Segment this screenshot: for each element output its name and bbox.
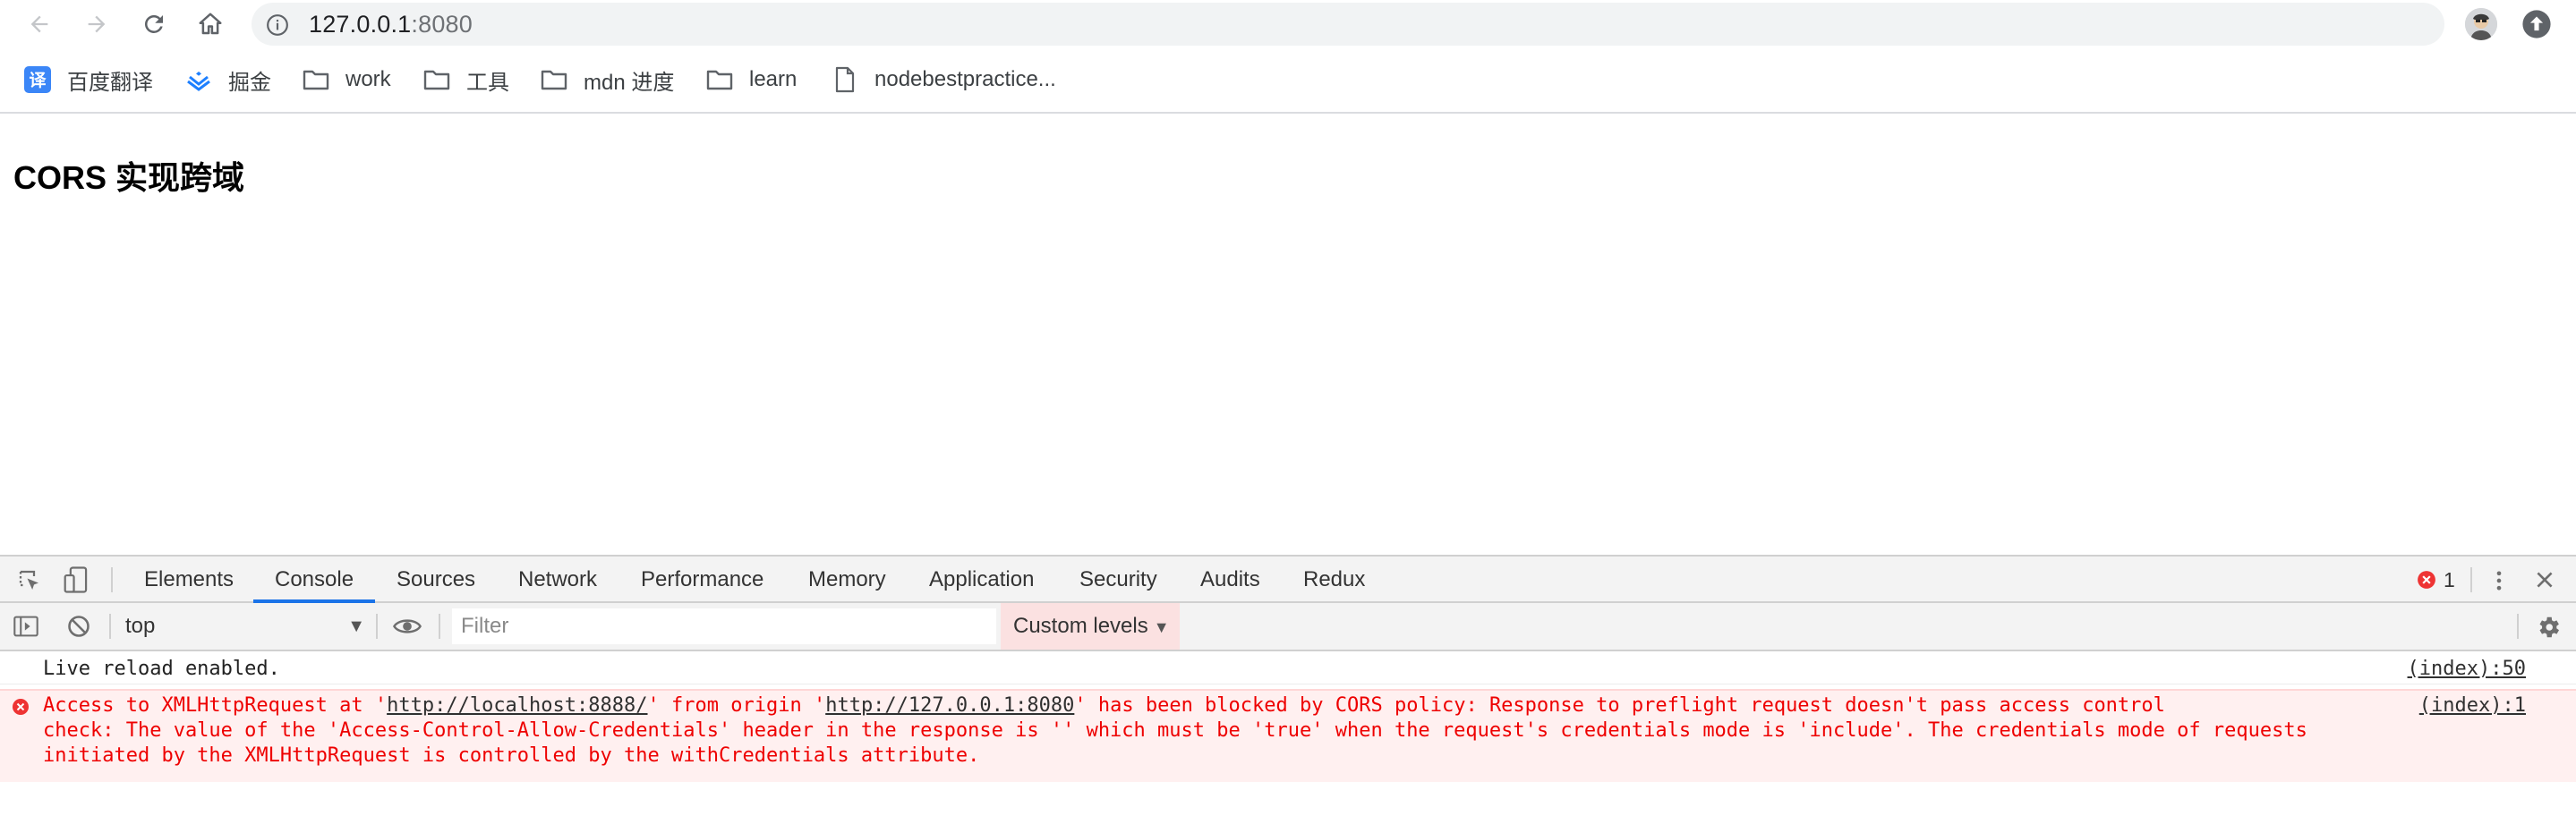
profile-avatar-icon bbox=[2465, 8, 2497, 40]
tab-console[interactable]: Console bbox=[252, 557, 376, 603]
home-icon bbox=[199, 13, 222, 35]
log-levels-dropdown[interactable]: Custom levels ▼ bbox=[1001, 603, 1180, 650]
tab-security[interactable]: Security bbox=[1079, 557, 1157, 603]
bookmark-label: 百度翻译 bbox=[67, 70, 153, 95]
toolbar-separator bbox=[111, 567, 113, 592]
error-url-localhost[interactable]: http://localhost:8888/ bbox=[387, 694, 647, 717]
devtools-panel: Elements Console Sources Network Perform… bbox=[0, 555, 2576, 782]
toolbar-separator bbox=[109, 614, 111, 639]
eye-icon[interactable] bbox=[392, 614, 422, 639]
bookmark-label: mdn 进度 bbox=[584, 70, 675, 95]
bookmark-folder-tools[interactable]: 工具 bbox=[423, 59, 509, 100]
caret-down-icon: ▼ bbox=[347, 616, 365, 636]
levels-label: Custom levels bbox=[1013, 614, 1148, 638]
error-url-origin[interactable]: http://127.0.0.1:8080 bbox=[825, 694, 1074, 717]
home-button[interactable] bbox=[194, 8, 226, 40]
back-button[interactable] bbox=[23, 8, 55, 40]
tab-network[interactable]: Network bbox=[518, 557, 597, 603]
error-text-line2: check: The value of the 'Access-Control-… bbox=[43, 719, 2307, 742]
avatar[interactable] bbox=[2465, 8, 2497, 40]
bookmark-label: nodebestpractice... bbox=[874, 67, 1056, 91]
context-value: top bbox=[125, 614, 156, 638]
url-host: 127.0.0.1 bbox=[309, 11, 412, 38]
tab-redux[interactable]: Redux bbox=[1303, 557, 1365, 603]
close-icon[interactable] bbox=[2533, 568, 2556, 591]
folder-icon bbox=[706, 66, 733, 93]
console-output: Live reload enabled. (index):50 Access t… bbox=[0, 651, 2576, 782]
juejin-icon bbox=[185, 66, 212, 93]
bookmark-label: work bbox=[345, 67, 391, 91]
devtools-tab-bar: Elements Console Sources Network Perform… bbox=[0, 555, 2576, 603]
bookmark-juejin[interactable]: 掘金 bbox=[185, 59, 271, 100]
browser-toolbar: 127.0.0.1:8080 bbox=[0, 0, 2576, 48]
inspect-element-icon[interactable] bbox=[16, 567, 43, 594]
reload-button[interactable] bbox=[138, 8, 170, 40]
tab-sources[interactable]: Sources bbox=[397, 557, 475, 603]
tab-audits[interactable]: Audits bbox=[1200, 557, 1260, 603]
bookmark-folder-mdn[interactable]: mdn 进度 bbox=[541, 59, 674, 100]
folder-icon bbox=[423, 66, 450, 93]
error-text: Access to XMLHttpRequest at 'http://loca… bbox=[43, 693, 2307, 769]
toolbar-separator bbox=[2470, 567, 2472, 592]
folder-icon bbox=[303, 66, 329, 93]
more-options-icon[interactable] bbox=[2486, 567, 2512, 594]
address-bar[interactable]: 127.0.0.1:8080 bbox=[252, 3, 2444, 46]
svg-text:译: 译 bbox=[29, 71, 47, 90]
bookmark-folder-learn[interactable]: learn bbox=[706, 59, 797, 100]
log-text: Live reload enabled. bbox=[43, 658, 280, 680]
arrow-up-circle-icon[interactable] bbox=[2521, 9, 2552, 39]
error-source-link[interactable]: (index):1 bbox=[2419, 693, 2526, 718]
tab-performance[interactable]: Performance bbox=[641, 557, 763, 603]
url-port: :8080 bbox=[411, 11, 473, 38]
toolbar-separator bbox=[2517, 614, 2519, 639]
page-title: CORS 实现跨域 bbox=[13, 159, 245, 196]
toolbar-separator bbox=[376, 614, 378, 639]
console-message-error: Access to XMLHttpRequest at 'http://loca… bbox=[0, 689, 2576, 782]
log-source-link[interactable]: (index):50 bbox=[2408, 657, 2526, 682]
error-text-part: ' has been blocked by CORS policy: Respo… bbox=[1074, 694, 2165, 717]
console-filter-bar: top ▼ Custom levels ▼ bbox=[0, 603, 2576, 651]
folder-icon bbox=[541, 66, 567, 93]
tab-elements[interactable]: Elements bbox=[144, 557, 234, 603]
arrow-right-icon bbox=[88, 15, 106, 33]
sidebar-toggle-icon[interactable] bbox=[13, 614, 39, 639]
arrow-left-icon bbox=[30, 15, 48, 33]
bookmark-folder-work[interactable]: work bbox=[303, 59, 391, 100]
bookmark-baidu-translate[interactable]: 译 百度翻译 bbox=[24, 59, 153, 100]
page-icon bbox=[832, 66, 858, 93]
context-selector[interactable]: top ▼ bbox=[125, 603, 365, 650]
bookmark-label: 工具 bbox=[466, 70, 509, 95]
bookmark-label: 掘金 bbox=[228, 70, 271, 95]
info-icon[interactable] bbox=[266, 13, 289, 37]
filter-input[interactable] bbox=[452, 608, 996, 644]
error-text-line3: initiated by the XMLHttpRequest is contr… bbox=[43, 744, 980, 767]
caret-down-icon: ▼ bbox=[1153, 618, 1170, 636]
tab-application[interactable]: Application bbox=[929, 557, 1034, 603]
error-counter[interactable]: 1 bbox=[2417, 567, 2455, 592]
error-text-part: Access to XMLHttpRequest at ' bbox=[43, 694, 388, 717]
toolbar-separator bbox=[439, 614, 440, 639]
device-toolbar-icon[interactable] bbox=[63, 565, 90, 594]
console-message-log: Live reload enabled. (index):50 bbox=[0, 657, 2576, 684]
bookmarks-bar: 译 百度翻译 掘金 work 工具 mdn 进度 learn nodebestp… bbox=[0, 59, 2576, 100]
bookmark-nodebestpractices[interactable]: nodebestpractice... bbox=[832, 59, 1056, 100]
forward-button[interactable] bbox=[81, 8, 113, 40]
error-icon bbox=[2418, 571, 2435, 589]
translate-icon: 译 bbox=[24, 66, 51, 93]
url-text[interactable]: 127.0.0.1:8080 bbox=[309, 12, 473, 37]
reload-icon bbox=[144, 14, 163, 33]
error-count: 1 bbox=[2444, 567, 2455, 591]
tab-memory[interactable]: Memory bbox=[808, 557, 886, 603]
error-text-part: ' from origin ' bbox=[647, 694, 826, 717]
toolbar-divider bbox=[0, 112, 2576, 114]
bookmark-label: learn bbox=[749, 67, 798, 91]
clear-console-icon[interactable] bbox=[66, 614, 91, 639]
error-icon bbox=[13, 699, 29, 715]
settings-gear-icon[interactable] bbox=[2535, 614, 2562, 641]
